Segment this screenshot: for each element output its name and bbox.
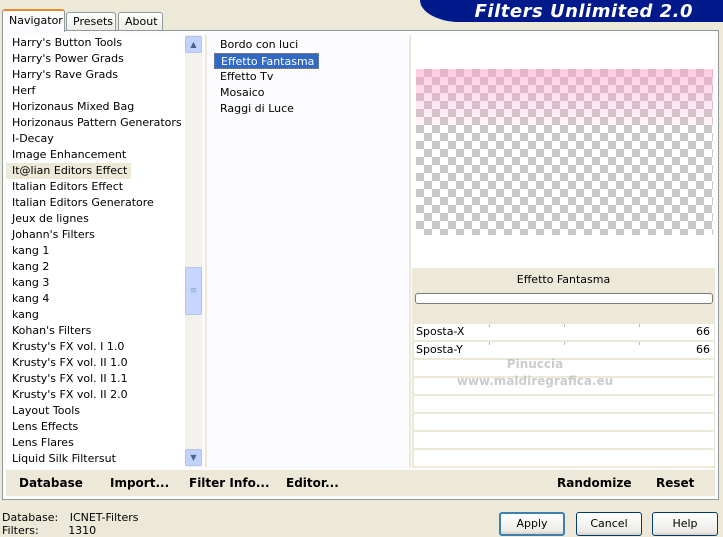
help-button[interactable]: Help (652, 512, 718, 536)
category-item[interactable]: Herf (6, 83, 186, 99)
category-item[interactable]: Krusty's FX vol. II 1.0 (6, 355, 186, 371)
list-divider (409, 35, 411, 467)
param-label: Sposta-Y (416, 343, 463, 356)
category-item[interactable]: kang (6, 307, 186, 323)
category-item[interactable]: Image Enhancement (6, 147, 186, 163)
title-banner: Filters Unlimited 2.0 (420, 0, 723, 22)
list-divider (205, 35, 207, 467)
category-item[interactable]: kang 1 (6, 243, 186, 259)
scroll-down-icon[interactable]: ▼ (185, 449, 202, 466)
param-label: Sposta-X (416, 325, 465, 338)
tab-about[interactable]: About (118, 12, 163, 32)
filter-item[interactable]: Bordo con luci (214, 37, 406, 53)
category-list[interactable]: Harry's Button Tools Harry's Power Grads… (6, 35, 186, 467)
watermark-line: www.maldiregrafica.eu (456, 374, 614, 388)
scroll-up-icon[interactable]: ▲ (185, 36, 202, 53)
filter-item-selected[interactable]: Effetto Fantasma (214, 53, 320, 69)
filter-list[interactable]: Bordo con luci Effetto Fantasma Effetto … (214, 37, 406, 117)
status-filters-label: Filters: (2, 524, 39, 537)
status-database: Database: ICNET-Filters (2, 511, 138, 524)
filter-item[interactable]: Effetto Tv (214, 69, 406, 85)
import-button[interactable]: Import... (110, 476, 169, 490)
scroll-thumb[interactable]: ≡ (185, 267, 202, 315)
cancel-button[interactable]: Cancel (576, 512, 642, 536)
category-item-selected[interactable]: It@lian Editors Effect (6, 163, 132, 179)
category-item[interactable]: Krusty's FX vol. I 1.0 (6, 339, 186, 355)
status-database-value: ICNET-Filters (69, 511, 139, 524)
editor-button[interactable]: Editor... (286, 476, 339, 490)
category-item[interactable]: Krusty's FX vol. II 1.1 (6, 371, 186, 387)
progress-bar (415, 293, 713, 304)
category-item[interactable]: Horizonaus Pattern Generators (6, 115, 186, 131)
category-item[interactable]: I-Decay (6, 131, 186, 147)
category-item[interactable]: Layout Tools (6, 403, 186, 419)
category-scrollbar[interactable]: ▲ ≡ ▼ (185, 35, 202, 467)
param-row-empty (414, 450, 714, 467)
filter-item[interactable]: Mosaico (214, 85, 406, 101)
category-item[interactable]: Johann's Filters (6, 227, 186, 243)
apply-button[interactable]: Apply (499, 512, 565, 536)
category-item[interactable]: Harry's Power Grads (6, 51, 186, 67)
param-value: 66 (696, 325, 710, 338)
filter-item[interactable]: Raggi di Luce (214, 101, 406, 117)
param-row-empty (414, 414, 714, 431)
watermark: Pinuccia www.maldiregrafica.eu (420, 356, 650, 390)
preview-effect-overlay (416, 69, 713, 125)
filter-info-button[interactable]: Filter Info... (189, 476, 270, 490)
category-item[interactable]: Liquid Silk Filtersut (6, 451, 186, 467)
app-title: Filters Unlimited 2.0 (474, 1, 693, 22)
category-item[interactable]: Italian Editors Generatore (6, 195, 186, 211)
randomize-button[interactable]: Randomize (557, 476, 631, 490)
database-button[interactable]: Database (19, 476, 83, 490)
slider-tick (639, 342, 640, 345)
reset-button[interactable]: Reset (656, 476, 694, 490)
slider-tick (489, 324, 490, 327)
category-item[interactable]: kang 3 (6, 275, 186, 291)
param-value: 66 (696, 343, 710, 356)
category-item[interactable]: kang 4 (6, 291, 186, 307)
status-filters: Filters: 1310 (2, 524, 96, 537)
slider-tick (489, 342, 490, 345)
slider-tick (564, 324, 565, 327)
category-item[interactable]: Harry's Rave Grads (6, 67, 186, 83)
status-filters-value: 1310 (68, 524, 97, 537)
watermark-line: Pinuccia (506, 357, 564, 371)
status-database-label: Database: (2, 511, 59, 524)
slider-tick (564, 342, 565, 345)
category-item[interactable]: Jeux de lignes (6, 211, 186, 227)
param-row-empty (414, 432, 714, 449)
category-item[interactable]: Kohan's Filters (6, 323, 186, 339)
category-item[interactable]: Krusty's FX vol. II 2.0 (6, 387, 186, 403)
category-item[interactable]: kang 2 (6, 259, 186, 275)
category-item[interactable]: Italian Editors Effect (6, 179, 186, 195)
category-item[interactable]: Horizonaus Mixed Bag (6, 99, 186, 115)
param-row-empty (414, 396, 714, 413)
tab-navigator[interactable]: Navigator (2, 9, 65, 32)
category-item[interactable]: Lens Flares (6, 435, 186, 451)
param-row-sposta-x[interactable]: Sposta-X 66 (414, 324, 714, 341)
category-item[interactable]: Harry's Button Tools (6, 35, 186, 51)
tab-presets[interactable]: Presets (66, 12, 116, 32)
slider-tick (639, 324, 640, 327)
category-item[interactable]: Lens Effects (6, 419, 186, 435)
selected-filter-title: Effetto Fantasma (516, 273, 611, 286)
